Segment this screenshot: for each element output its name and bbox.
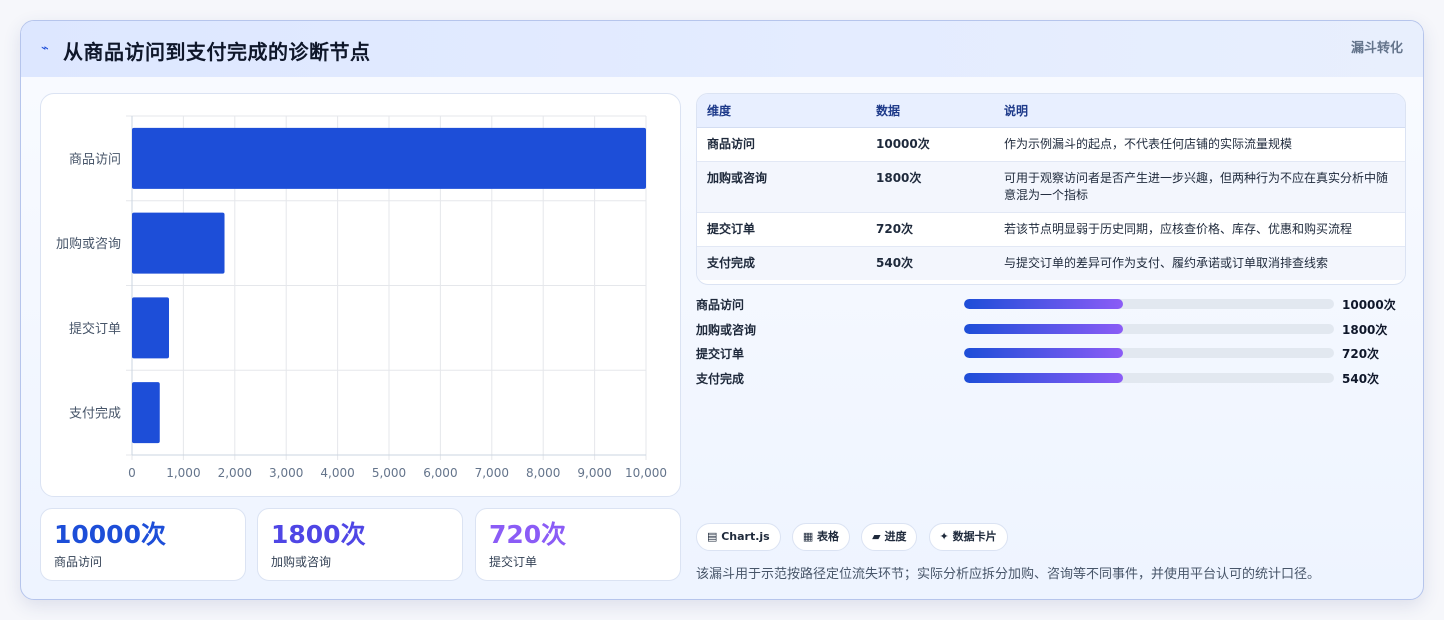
table-cell: 提交订单 xyxy=(697,212,866,247)
funnel-card: ⌁ 从商品访问到支付完成的诊断节点 漏斗转化 0 1,000 2,000 3,000 4… xyxy=(20,20,1424,600)
card-title: 从商品访问到支付完成的诊断节点 xyxy=(63,40,371,64)
table-cell: 商品访问 xyxy=(697,127,866,162)
progress-value: 720次 xyxy=(1342,347,1380,361)
progress-label: 支付完成 xyxy=(696,372,745,386)
progress-row-visits: 商品访问 10000次 xyxy=(696,294,1406,314)
table-cell: 作为示例漏斗的起点，不代表任何店铺的实际流量规模 xyxy=(994,127,1405,162)
detail-table: 维度 数据 说明 商品访问 10000次 作为示例漏斗的起点，不代表任何店铺的实… xyxy=(696,93,1406,285)
table-cell: 720次 xyxy=(866,212,994,247)
x-tick-label: 0 xyxy=(128,466,136,480)
stat-label: 商品访问 xyxy=(54,555,103,569)
y-category-label: 加购或咨询 xyxy=(56,236,121,252)
chip-data-cards[interactable]: ✦ 数据卡片 xyxy=(928,523,1008,551)
progress-fill xyxy=(964,324,1124,334)
chip-chartjs[interactable]: ▤ Chart.js xyxy=(696,523,781,551)
table-header-dimension: 维度 xyxy=(697,94,866,128)
x-tick-label: 3,000 xyxy=(269,466,303,480)
progress-fill xyxy=(964,373,1124,383)
progress-row-orders: 提交订单 720次 xyxy=(696,343,1406,363)
table-cell: 可用于观察访问者是否产生进一步兴趣，但两种行为不应在真实分析中随意混为一个指标 xyxy=(994,161,1405,213)
stat-card-cart: 1800次 加购或咨询 xyxy=(257,508,463,581)
progress-track xyxy=(964,299,1334,309)
y-category-label: 支付完成 xyxy=(69,407,121,422)
progress-label: 商品访问 xyxy=(696,298,745,312)
card-header: ⌁ 从商品访问到支付完成的诊断节点 漏斗转化 xyxy=(21,21,1423,77)
x-tick-label: 2,000 xyxy=(218,466,252,480)
table-row: 加购或咨询 1800次 可用于观察访问者是否产生进一步兴趣，但两种行为不应在真实… xyxy=(697,161,1405,213)
table-cell: 加购或咨询 xyxy=(697,161,866,213)
table-header-data: 数据 xyxy=(866,94,994,128)
category-tag: 漏斗转化 xyxy=(1350,41,1403,56)
bar-chart-svg: 0 1,000 2,000 3,000 4,000 5,000 6,000 7,000 8,00… xyxy=(56,115,667,480)
table-row: 提交订单 720次 若该节点明显弱于历史同期，应核查价格、库存、优惠和购买流程 xyxy=(697,212,1405,247)
table-cell: 若该节点明显弱于历史同期，应核查价格、库存、优惠和购买流程 xyxy=(994,212,1405,247)
bar-3 xyxy=(132,382,160,444)
bar-2 xyxy=(132,297,170,359)
bar-1 xyxy=(132,212,225,274)
stat-value: 1800次 xyxy=(271,520,366,549)
x-tick-label: 8,000 xyxy=(526,466,560,480)
y-category-label: 提交订单 xyxy=(69,321,121,337)
tech-chips: ▤ Chart.js ▦ 表格 ▰ 进度 ✦ 数据卡片 xyxy=(696,523,1014,551)
x-tick-label: 4,000 xyxy=(320,466,354,480)
progress-value: 1800次 xyxy=(1342,323,1388,337)
table-header-row: 维度 数据 说明 xyxy=(697,94,1405,128)
progress-fill xyxy=(964,299,1124,309)
stat-card-orders: 720次 提交订单 xyxy=(475,508,681,581)
x-tick-label: 10,000 xyxy=(625,466,667,480)
stat-label: 加购或咨询 xyxy=(271,555,332,569)
progress-track xyxy=(964,373,1334,383)
progress-label: 提交订单 xyxy=(696,347,745,361)
table-cell: 10000次 xyxy=(866,127,994,162)
table-cell: 支付完成 xyxy=(697,246,866,280)
table-cell: 1800次 xyxy=(866,161,994,213)
table-cell: 540次 xyxy=(866,246,994,280)
chip-table[interactable]: ▦ 表格 xyxy=(791,523,851,551)
stat-value: 720次 xyxy=(489,520,567,549)
table-row: 商品访问 10000次 作为示例漏斗的起点，不代表任何店铺的实际流量规模 xyxy=(697,127,1405,162)
progress-value: 10000次 xyxy=(1342,298,1396,312)
table-cell: 与提交订单的差异可作为支付、履约承诺或订单取消排查线索 xyxy=(994,246,1405,280)
funnel-bar-chart: 0 1,000 2,000 3,000 4,000 5,000 6,000 7,000 8,00… xyxy=(40,93,681,497)
x-tick-label: 1,000 xyxy=(166,466,200,480)
x-tick-label: 9,000 xyxy=(577,466,611,480)
progress-row-paid: 支付完成 540次 xyxy=(696,368,1406,388)
table-row: 支付完成 540次 与提交订单的差异可作为支付、履约承诺或订单取消排查线索 xyxy=(697,246,1405,280)
bar-0 xyxy=(132,127,646,189)
progress-fill xyxy=(964,348,1124,358)
chip-progress[interactable]: ▰ 进度 xyxy=(861,523,918,551)
progress-track xyxy=(964,348,1334,358)
progress-track xyxy=(964,324,1334,334)
stat-label: 提交订单 xyxy=(489,555,538,569)
progress-value: 540次 xyxy=(1342,372,1380,386)
progress-row-cart: 加购或咨询 1800次 xyxy=(696,319,1406,339)
x-tick-label: 7,000 xyxy=(475,466,509,480)
table-header-note: 说明 xyxy=(994,94,1405,128)
y-category-label: 商品访问 xyxy=(69,152,121,167)
footnote: 该漏斗用于示范按路径定位流失环节；实际分析应拆分加购、咨询等不同事件，并使用平台… xyxy=(696,567,1321,582)
stat-card-visits: 10000次 商品访问 xyxy=(40,508,246,581)
x-tick-label: 6,000 xyxy=(423,466,457,480)
pulse-icon: ⌁ xyxy=(41,41,49,56)
progress-label: 加购或咨询 xyxy=(696,323,757,337)
x-tick-label: 5,000 xyxy=(372,466,406,480)
stat-value: 10000次 xyxy=(54,520,166,549)
